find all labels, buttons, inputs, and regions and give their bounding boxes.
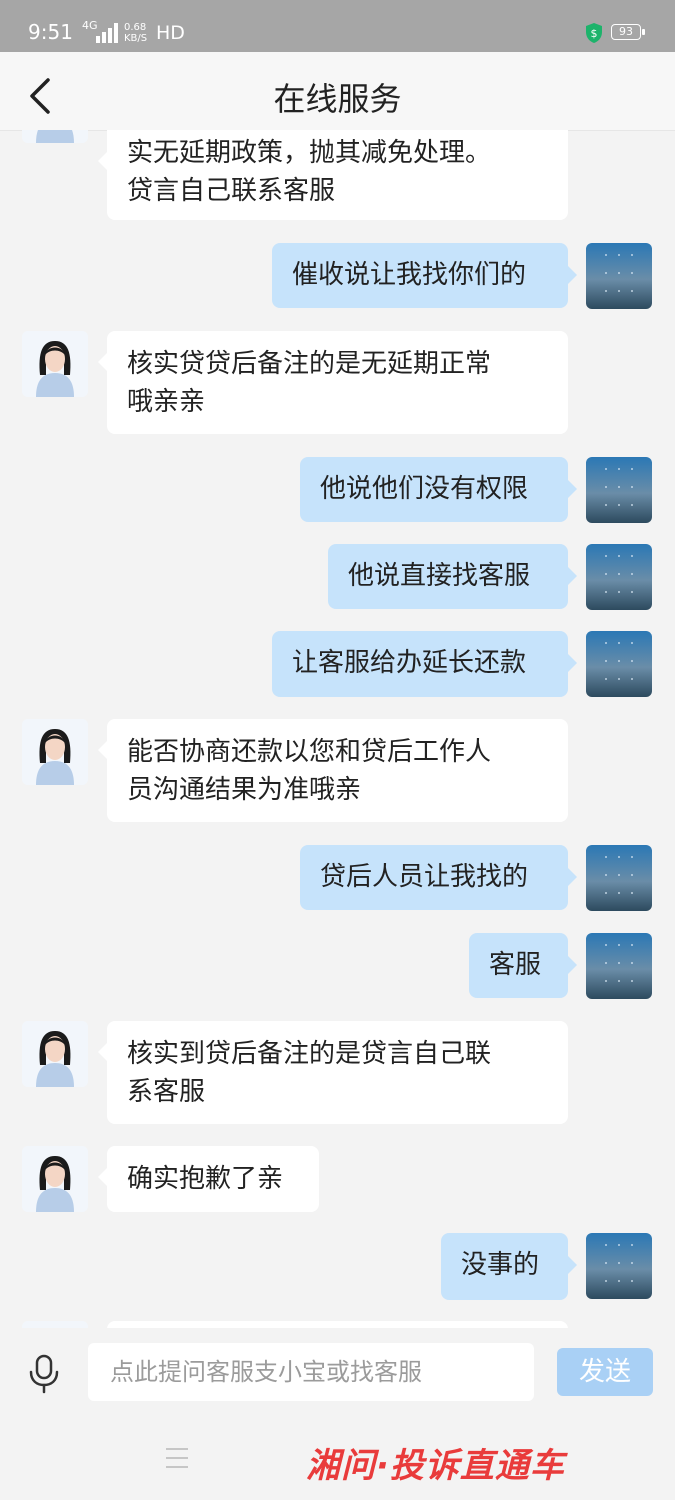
user-avatar xyxy=(586,631,652,697)
chat-message-user: 他说他们没有权限 xyxy=(300,457,577,522)
battery-icon: 93 xyxy=(611,24,645,40)
message-text: 他说直接找客服 xyxy=(348,561,531,591)
signal-icon xyxy=(96,23,118,43)
message-text: 实无延期政策，抛其减免处理。 贷言自己联系客服 xyxy=(127,138,492,206)
chat-message-user: 让客服给办延长还款 xyxy=(272,631,577,697)
chat-message-agent: 核实到贷后备注的是贷言自己联 系客服 xyxy=(98,1021,568,1124)
input-bar: 发送 xyxy=(0,1328,675,1416)
message-text: 没事的 xyxy=(461,1250,540,1280)
user-avatar xyxy=(586,1233,652,1299)
agent-avatar xyxy=(22,1021,88,1087)
message-text: 客服 xyxy=(489,950,542,980)
user-avatar xyxy=(586,243,652,309)
chat-message-user: 贷后人员让我找的 xyxy=(300,845,577,910)
shield-icon: $ xyxy=(586,23,602,43)
agent-avatar xyxy=(22,1146,88,1212)
message-text: 核实到贷后备注的是贷言自己联 系客服 xyxy=(127,1039,492,1107)
network-speed: 0.68 KB/S xyxy=(124,22,147,44)
agent-avatar xyxy=(22,1321,88,1328)
user-avatar xyxy=(586,544,652,610)
chat-message-user: 他说直接找客服 xyxy=(328,544,577,609)
chat-area[interactable]: 实无延期政策，抛其减免处理。 贷言自己联系客服 催收说让我找你们的 核实贷贷后备… xyxy=(0,130,675,1328)
chat-message-agent: 实无延期政策，抛其减免处理。 贷言自己联系客服 xyxy=(98,130,568,220)
chat-message-user: 客服 xyxy=(469,933,577,998)
agent-avatar xyxy=(22,719,88,785)
agent-avatar xyxy=(22,331,88,397)
chat-message-agent-partial xyxy=(107,1321,568,1328)
user-avatar xyxy=(586,845,652,911)
message-text: 让客服给办延长还款 xyxy=(292,648,527,678)
agent-avatar xyxy=(22,130,88,143)
bottom-bar: 湘问·投诉直通车 xyxy=(0,1416,675,1500)
speed-value: 0.68 xyxy=(124,22,147,33)
page-title: 在线服务 xyxy=(273,80,402,118)
status-bar: 9:51 4G 0.68 KB/S HD $ 93 xyxy=(0,0,675,52)
status-time: 9:51 xyxy=(28,20,73,44)
message-text: 催收说让我找你们的 xyxy=(292,260,527,290)
user-avatar xyxy=(586,933,652,999)
chat-message-agent: 核实贷贷后备注的是无延期正常 哦亲亲 xyxy=(98,331,568,434)
chat-message-agent: 确实抱歉了亲 xyxy=(98,1146,319,1212)
svg-text:$: $ xyxy=(591,27,598,40)
chat-message-user: 没事的 xyxy=(441,1233,577,1300)
message-text: 他说他们没有权限 xyxy=(320,474,529,504)
message-text: 确实抱歉了亲 xyxy=(127,1164,284,1194)
watermark: 湘问·投诉直通车 xyxy=(306,1446,565,1486)
mic-icon[interactable] xyxy=(27,1354,61,1394)
message-text: 贷后人员让我找的 xyxy=(320,862,529,892)
user-avatar xyxy=(586,457,652,523)
menu-icon[interactable] xyxy=(164,1446,190,1470)
message-input[interactable] xyxy=(88,1343,534,1401)
message-text: 能否协商还款以您和贷后工作人 员沟通结果为准哦亲 xyxy=(127,737,492,805)
chat-message-user: 催收说让我找你们的 xyxy=(272,243,577,308)
send-button[interactable]: 发送 xyxy=(557,1348,653,1396)
message-text: 核实贷贷后备注的是无延期正常 哦亲亲 xyxy=(127,349,492,417)
speed-unit: KB/S xyxy=(124,33,148,44)
nav-bar: 在线服务 xyxy=(0,52,675,131)
chat-message-agent: 能否协商还款以您和贷后工作人 员沟通结果为准哦亲 xyxy=(98,719,568,822)
hd-indicator: HD xyxy=(156,22,185,44)
